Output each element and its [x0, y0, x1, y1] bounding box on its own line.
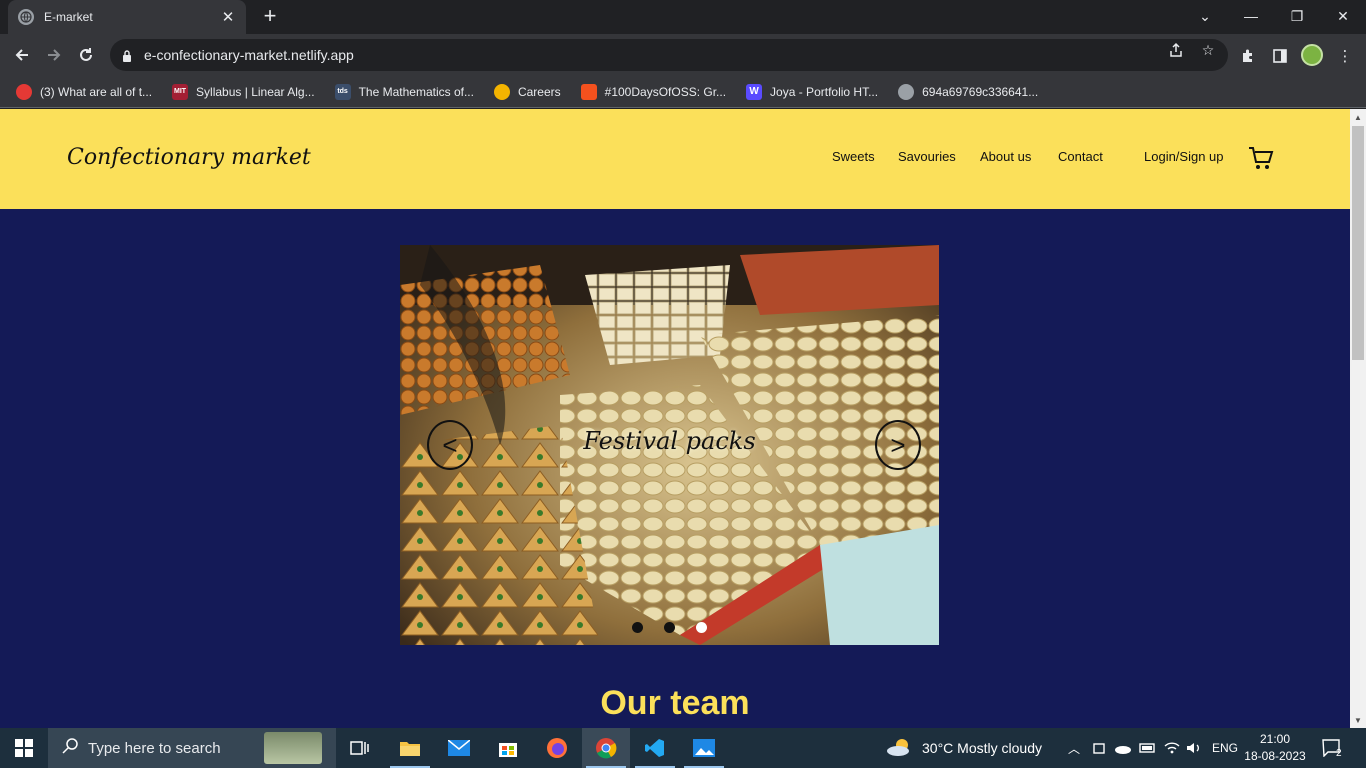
- system-clock[interactable]: 21:00 18-08-2023: [1240, 731, 1310, 765]
- globe-icon: [18, 9, 34, 25]
- extensions-puzzle-icon[interactable]: [1238, 46, 1258, 66]
- search-highlight-image: [264, 732, 322, 764]
- carousel-dot-3[interactable]: [696, 622, 707, 633]
- bookmark-star-icon[interactable]: ☆: [1199, 41, 1217, 59]
- microsoft-store-icon[interactable]: [484, 728, 532, 768]
- meet-now-icon[interactable]: [1092, 728, 1106, 768]
- web-page: Confectionary market Sweets Savouries Ab…: [0, 109, 1350, 728]
- w3-icon: W: [746, 83, 763, 100]
- close-tab-icon[interactable]: ✕: [220, 8, 236, 26]
- search-placeholder: Type here to search: [88, 739, 221, 757]
- share-icon[interactable]: [1167, 41, 1185, 59]
- volume-icon[interactable]: [1186, 728, 1202, 768]
- bookmark-item[interactable]: MIT Syllabus | Linear Alg...: [172, 83, 315, 100]
- close-window-button[interactable]: ✕: [1320, 0, 1366, 32]
- partly-cloudy-icon: [886, 737, 914, 760]
- mail-icon[interactable]: [435, 728, 483, 768]
- weather-widget[interactable]: 30°C Mostly cloudy: [886, 728, 1042, 768]
- profile-avatar[interactable]: [1301, 44, 1323, 66]
- nav-savouries[interactable]: Savouries: [898, 149, 956, 164]
- minimize-button[interactable]: —: [1228, 0, 1274, 32]
- weather-text: 30°C Mostly cloudy: [922, 740, 1042, 756]
- bookmark-item[interactable]: W Joya - Portfolio HT...: [746, 83, 879, 100]
- scroll-up-arrow-icon[interactable]: ▲: [1350, 109, 1366, 125]
- taskbar-search-box[interactable]: Type here to search: [48, 728, 336, 768]
- onedrive-sync-icon[interactable]: [1114, 728, 1132, 768]
- quora-icon: [16, 83, 32, 100]
- url-text[interactable]: e-confectionary-market.netlify.app: [144, 47, 354, 63]
- bookmark-label: The Mathematics of...: [358, 84, 474, 99]
- back-arrow-icon[interactable]: [9, 42, 35, 68]
- site-logo[interactable]: Confectionary market: [67, 145, 311, 170]
- lock-icon[interactable]: [122, 49, 132, 62]
- new-tab-button[interactable]: +: [258, 5, 282, 29]
- slide-caption: Festival packs: [583, 427, 756, 455]
- globe-icon: [898, 83, 915, 100]
- bookmark-label: 694a69769c336641...: [922, 84, 1039, 99]
- firefox-icon[interactable]: [533, 728, 581, 768]
- bookmark-item[interactable]: #100DaysOfOSS: Gr...: [580, 83, 727, 100]
- notification-center-icon[interactable]: 2: [1322, 728, 1342, 768]
- forward-arrow-icon[interactable]: [41, 42, 67, 68]
- bookmark-label: Joya - Portfolio HT...: [770, 84, 879, 99]
- search-icon: [62, 738, 78, 758]
- nav-contact[interactable]: Contact: [1058, 149, 1103, 164]
- nav-about-us[interactable]: About us: [980, 149, 1031, 164]
- side-panel-icon[interactable]: [1270, 46, 1290, 66]
- site-header: Confectionary market Sweets Savouries Ab…: [0, 109, 1350, 209]
- bookmark-item[interactable]: 694a69769c336641...: [898, 83, 1039, 100]
- scroll-thumb[interactable]: [1352, 126, 1364, 360]
- photos-icon[interactable]: [680, 728, 728, 768]
- bookmark-item[interactable]: tds The Mathematics of...: [334, 83, 474, 100]
- show-hidden-icons-chevron-icon[interactable]: ︿: [1068, 728, 1080, 768]
- bookmark-item[interactable]: (3) What are all of t...: [16, 83, 153, 100]
- scroll-down-arrow-icon[interactable]: ▼: [1350, 712, 1366, 728]
- more-menu-icon[interactable]: ⋮: [1335, 46, 1355, 66]
- chrome-icon[interactable]: [582, 728, 630, 768]
- notification-count: 2: [1336, 747, 1342, 759]
- bookmark-label: (3) What are all of t...: [40, 84, 153, 99]
- cart-icon[interactable]: [1248, 145, 1274, 171]
- restore-button[interactable]: ❐: [1274, 0, 1320, 32]
- bookmark-label: Careers: [517, 84, 561, 99]
- bookmarks-bar: (3) What are all of t... MIT Syllabus | …: [0, 76, 1366, 108]
- address-bar[interactable]: e-confectionary-market.netlify.app: [110, 39, 1228, 71]
- nav-sweets[interactable]: Sweets: [832, 149, 875, 164]
- browser-toolbar: e-confectionary-market.netlify.app ☆ ⋮: [0, 34, 1366, 76]
- carousel-dot-2[interactable]: [664, 622, 675, 633]
- tab-strip: E-market ✕ + ⌄ — ❐ ✕: [0, 0, 1366, 34]
- our-team-heading: Our team: [600, 684, 750, 722]
- browser-tab[interactable]: E-market ✕: [8, 0, 246, 34]
- bookmark-item[interactable]: Careers: [493, 83, 561, 100]
- oss-icon: [580, 83, 597, 100]
- reload-icon[interactable]: [73, 42, 99, 68]
- language-indicator[interactable]: ENG: [1212, 728, 1238, 768]
- carousel-next-button[interactable]: >: [875, 420, 921, 470]
- bookmark-label: Syllabus | Linear Alg...: [196, 84, 315, 99]
- clock-time: 21:00: [1259, 732, 1291, 746]
- carousel-prev-button[interactable]: <: [427, 420, 473, 470]
- tab-title: E-market: [44, 10, 93, 24]
- clock-date: 18-08-2023: [1244, 749, 1306, 763]
- tds-icon: tds: [334, 83, 351, 100]
- file-explorer-icon[interactable]: [386, 728, 434, 768]
- wifi-icon[interactable]: [1164, 728, 1180, 768]
- windows-start-icon[interactable]: [0, 728, 48, 768]
- vscode-icon[interactable]: [631, 728, 679, 768]
- bookmark-label: #100DaysOfOSS: Gr...: [604, 84, 727, 99]
- login-signup-link[interactable]: Login/Sign up: [1144, 149, 1224, 164]
- battery-icon[interactable]: [1139, 728, 1157, 768]
- image-carousel: Festival packs < >: [400, 245, 939, 645]
- page-scrollbar[interactable]: ▲ ▼: [1350, 109, 1366, 728]
- task-view-icon[interactable]: [336, 728, 384, 768]
- windows-taskbar: Type here to search 30°C Mostly cloudy ︿: [0, 728, 1366, 768]
- carousel-dot-1[interactable]: [632, 622, 643, 633]
- careers-icon: [493, 83, 510, 100]
- mit-ocw-icon: MIT: [172, 83, 189, 100]
- tab-search-icon[interactable]: ⌄: [1182, 0, 1228, 32]
